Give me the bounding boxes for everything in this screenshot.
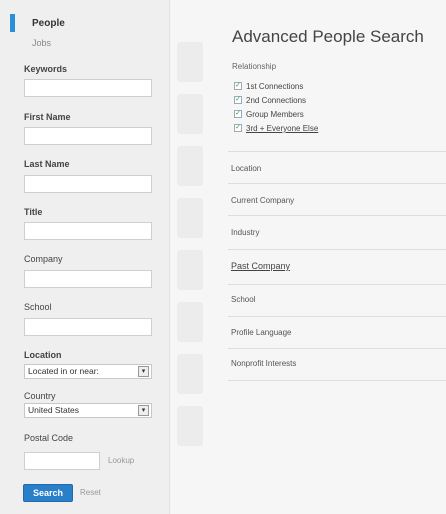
school-input[interactable]: [24, 318, 152, 336]
lookup-link[interactable]: Lookup: [108, 456, 134, 465]
filter-school[interactable]: School: [228, 284, 446, 316]
last-name-label: Last Name: [24, 159, 70, 169]
main-panel: Advanced People Search Relationship ✓ 1st…: [171, 0, 446, 514]
company-input[interactable]: [24, 270, 152, 288]
country-select[interactable]: United States ▾: [24, 403, 152, 418]
filter-past-company[interactable]: Past Company: [228, 249, 446, 281]
relationship-option-group[interactable]: ✓ Group Members: [234, 109, 304, 121]
keywords-input[interactable]: [24, 79, 152, 97]
location-label: Location: [24, 350, 62, 360]
tab-jobs[interactable]: Jobs: [32, 38, 51, 48]
filter-current-company[interactable]: Current Company: [228, 183, 446, 215]
search-sidebar: People Jobs Keywords First Name Last Nam…: [0, 0, 170, 514]
search-button[interactable]: Search: [23, 484, 73, 502]
active-tab-indicator: [10, 14, 15, 32]
tab-people[interactable]: People: [32, 18, 65, 29]
keywords-label: Keywords: [24, 64, 68, 74]
title-label: Title: [24, 207, 43, 217]
dropdown-arrow-icon: ▾: [138, 366, 149, 377]
first-name-input[interactable]: [24, 127, 152, 145]
relationship-option-3rd[interactable]: ✓ 3rd + Everyone Else: [234, 123, 318, 135]
filter-list-bottom-divider: [228, 380, 446, 381]
checkmark-icon[interactable]: ✓: [234, 95, 242, 104]
filter-nonprofit-interests[interactable]: Nonprofit Interests: [228, 348, 446, 380]
postal-code-label: Postal Code: [24, 433, 74, 443]
first-name-label: First Name: [24, 112, 71, 122]
dropdown-arrow-icon: ▾: [138, 405, 149, 416]
relationship-option-2nd[interactable]: ✓ 2nd Connections: [234, 95, 306, 107]
last-name-input[interactable]: [24, 175, 152, 193]
checkmark-icon[interactable]: ✓: [234, 109, 242, 118]
background-silhouettes: [171, 30, 211, 510]
postal-code-input[interactable]: [24, 452, 100, 470]
filter-location[interactable]: Location: [228, 151, 446, 183]
company-label: Company: [24, 254, 63, 264]
checkmark-icon[interactable]: ✓: [234, 81, 242, 90]
relationship-label: Relationship: [232, 62, 277, 71]
school-label: School: [24, 302, 52, 312]
relationship-option-1st[interactable]: ✓ 1st Connections: [234, 81, 303, 93]
filter-industry[interactable]: Industry: [228, 215, 446, 247]
page-title: Advanced People Search: [232, 27, 424, 46]
filter-profile-language[interactable]: Profile Language: [228, 316, 446, 348]
location-select[interactable]: Located in or near: ▾: [24, 364, 152, 379]
country-label: Country: [24, 391, 56, 401]
title-input[interactable]: [24, 222, 152, 240]
location-select-value: Located in or near:: [28, 366, 99, 376]
country-select-value: United States: [28, 405, 80, 415]
checkmark-icon[interactable]: ✓: [234, 123, 242, 132]
reset-link[interactable]: Reset: [80, 488, 101, 497]
